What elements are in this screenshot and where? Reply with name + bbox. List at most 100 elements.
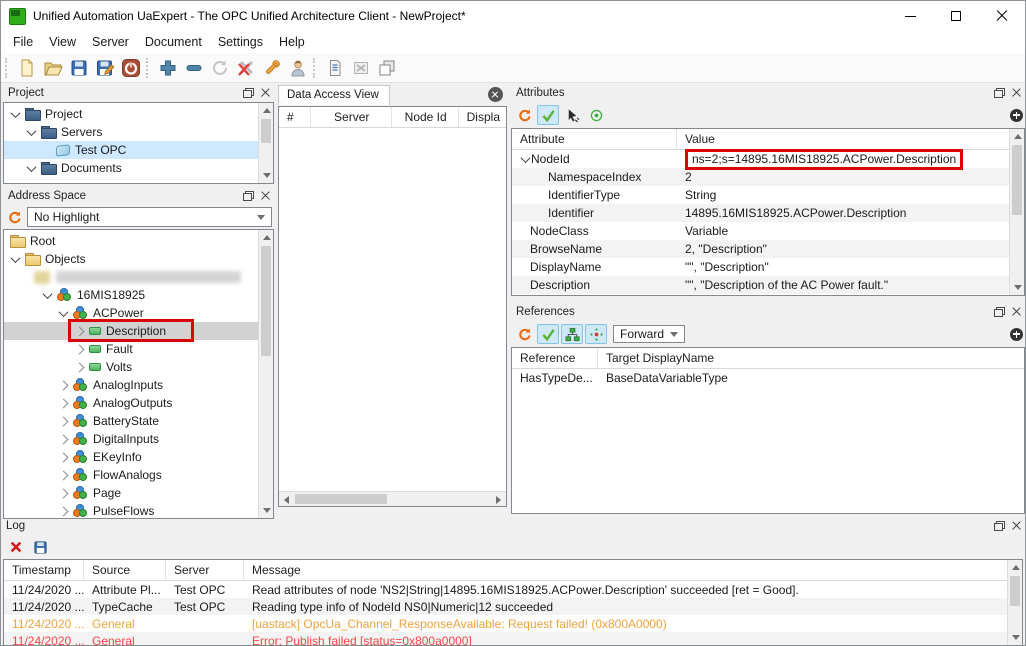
add-server-button[interactable] [155,55,181,81]
follow-references-button[interactable] [585,324,607,344]
col-display-name[interactable]: Displa [459,107,506,127]
chevron-right-icon[interactable] [59,488,69,498]
tree-item-ekeyinfo[interactable]: EKeyInfo [4,448,273,466]
tree-item-batterystate[interactable]: BatteryState [4,412,273,430]
close-tab-icon[interactable] [488,87,503,102]
tree-item-description[interactable]: Description [4,322,273,340]
scroll-up-arrow[interactable] [259,230,274,245]
scrollbar-thumb[interactable] [261,119,271,143]
chevron-right-icon[interactable] [59,434,69,444]
maximize-button[interactable] [933,1,979,31]
tree-item-analogoutputs[interactable]: AnalogOutputs [4,394,273,412]
scroll-right-arrow[interactable] [491,492,506,507]
tree-item-documents[interactable]: Documents [4,159,273,177]
col-index[interactable]: # [279,107,311,127]
tree-item-redacted[interactable] [4,268,273,286]
menu-view[interactable]: View [41,33,84,51]
scroll-down-arrow[interactable] [1008,630,1023,645]
save-project-as-button[interactable] [92,55,118,81]
tree-item-test-opc[interactable]: Test OPC [4,141,273,159]
refresh-button[interactable] [513,324,535,344]
chevron-down-icon[interactable] [27,126,37,136]
quit-button[interactable] [118,55,144,81]
menu-server[interactable]: Server [84,33,137,51]
highlight-dropdown[interactable]: No Highlight [27,207,272,227]
col-source[interactable]: Source [84,560,166,580]
tree-item-flowanalogs[interactable]: FlowAnalogs [4,466,273,484]
chevron-right-icon[interactable] [59,416,69,426]
highlight-selection-button[interactable] [561,105,583,125]
chevron-right-icon[interactable] [75,326,85,336]
reference-row[interactable]: HasTypeDe... BaseDataVariableType [512,369,1024,387]
refresh-button[interactable] [513,105,535,125]
log-scrollbar[interactable] [1007,560,1022,645]
col-value[interactable]: Value [677,129,1024,149]
tree-item-fault[interactable]: Fault [4,340,273,358]
close-panel-icon[interactable] [261,88,270,97]
attr-row-nodeclass[interactable]: NodeClass Variable [512,222,1024,240]
close-panel-icon[interactable] [1012,307,1021,316]
menu-document[interactable]: Document [137,33,210,51]
attr-row-namespaceindex[interactable]: NamespaceIndex 2 [512,168,1024,186]
chevron-right-icon[interactable] [75,362,85,372]
col-attribute[interactable]: Attribute [512,129,677,149]
scroll-up-arrow[interactable] [1008,560,1023,575]
scroll-left-arrow[interactable] [279,492,294,507]
add-reference-icon[interactable] [1010,328,1023,341]
log-row-warning[interactable]: 11/24/2020 ... General [uastack] OpcUa_C… [4,615,1022,632]
menu-file[interactable]: File [5,33,41,51]
minimize-button[interactable] [887,1,933,31]
chevron-right-icon[interactable] [59,470,69,480]
remove-all-button[interactable] [233,55,259,81]
close-panel-icon[interactable] [261,191,270,200]
remove-server-button[interactable] [181,55,207,81]
attr-row-nodeid[interactable]: NodeId ns=2;s=14895.16MIS18925.ACPower.D… [512,150,1024,168]
dav-horizontal-scrollbar[interactable] [279,491,506,506]
float-panel-icon[interactable] [994,88,1005,98]
tree-item-objects[interactable]: Objects [4,250,273,268]
tree-item-digitalinputs[interactable]: DigitalInputs [4,430,273,448]
watch-value-button[interactable] [585,105,607,125]
attributes-scrollbar[interactable] [1009,129,1024,295]
chevron-right-icon[interactable] [59,398,69,408]
save-log-button[interactable] [29,537,51,557]
change-user-button[interactable] [285,55,311,81]
save-project-button[interactable] [66,55,92,81]
menu-help[interactable]: Help [271,33,313,51]
scroll-down-arrow[interactable] [259,168,274,183]
cascade-windows-button[interactable] [374,55,400,81]
attr-row-browsename[interactable]: BrowseName 2, "Description" [512,240,1024,258]
chevron-down-icon[interactable] [43,289,53,299]
chevron-down-icon[interactable] [27,162,37,172]
chevron-down-icon[interactable] [59,307,69,317]
auto-update-button[interactable] [537,105,559,125]
col-timestamp[interactable]: Timestamp [4,560,84,580]
chevron-right-icon[interactable] [59,380,69,390]
hierarchical-references-button[interactable] [561,324,583,344]
attr-row-description[interactable]: Description "", "Description of the AC P… [512,276,1024,294]
col-server[interactable]: Server [311,107,392,127]
refresh-button[interactable] [3,207,25,227]
scroll-down-arrow[interactable] [1010,280,1025,295]
tree-item-servers[interactable]: Servers [4,123,273,141]
menu-settings[interactable]: Settings [210,33,271,51]
attr-row-displayname[interactable]: DisplayName "", "Description" [512,258,1024,276]
open-project-button[interactable] [40,55,66,81]
tree-item-root[interactable]: Root [4,232,273,250]
scrollbar-thumb[interactable] [1012,145,1022,215]
reconnect-button-disabled[interactable] [207,55,233,81]
col-server[interactable]: Server [166,560,244,580]
col-reference[interactable]: Reference [512,348,598,368]
scroll-up-arrow[interactable] [259,103,274,118]
tree-item-page[interactable]: Page [4,484,273,502]
document-properties-button[interactable] [322,55,348,81]
tree-item-analoginputs[interactable]: AnalogInputs [4,376,273,394]
scrollbar-thumb[interactable] [295,494,387,504]
float-panel-icon[interactable] [243,191,254,201]
close-panel-icon[interactable] [1012,88,1021,97]
tab-data-access-view[interactable]: Data Access View [278,85,390,105]
float-panel-icon[interactable] [994,307,1005,317]
chevron-down-icon[interactable] [11,253,21,263]
tree-item-volts[interactable]: Volts [4,358,273,376]
close-panel-icon[interactable] [1012,521,1021,530]
